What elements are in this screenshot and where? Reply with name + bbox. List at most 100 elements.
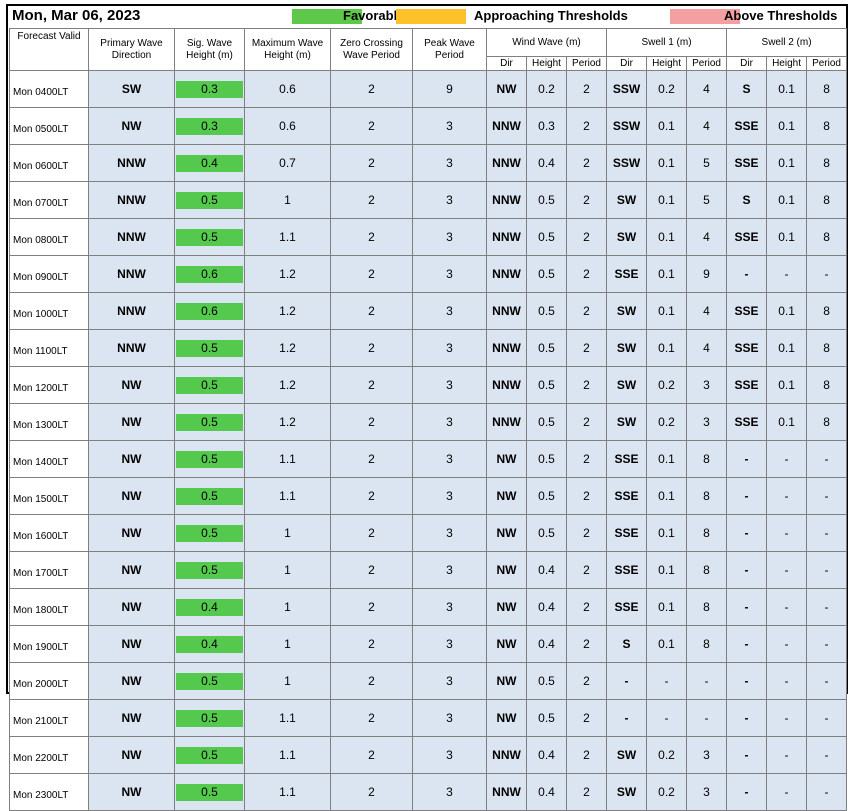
cell-primary-direction: NW — [88, 403, 175, 441]
cell-max-height: 1.1 — [244, 218, 331, 256]
cell-swell2-dir: - — [726, 588, 768, 626]
sub-s2-height: Height — [766, 56, 808, 71]
cell-sig-height: 0.5 — [174, 366, 245, 404]
cell-swell2-period: - — [806, 588, 848, 626]
sub-s1-height: Height — [646, 56, 688, 71]
cell-wind-wave-height: 0.4 — [526, 773, 567, 811]
sig-height-badge: 0.5 — [176, 228, 243, 246]
cell-swell1-height: - — [646, 662, 688, 700]
cell-sig-height: 0.3 — [174, 107, 245, 145]
cell-wind-wave-dir: NNW — [486, 736, 527, 774]
cell-swell1-dir: SW — [606, 329, 648, 367]
cell-swell2-height: - — [766, 588, 808, 626]
cell-wind-wave-period: 2 — [565, 662, 608, 700]
sub-s1-period: Period — [686, 56, 728, 71]
cell-max-height: 1.1 — [244, 477, 331, 515]
cell-wind-wave-height: 0.5 — [526, 699, 567, 737]
cell-sig-height: 0.5 — [174, 551, 245, 589]
cell-swell1-period: 9 — [686, 255, 728, 293]
group-wind-wave: Wind Wave (m) — [485, 28, 608, 57]
cell-peak-period: 3 — [412, 736, 487, 774]
sub-s2-dir: Dir — [726, 56, 768, 71]
table-row: Mon 1200LT NW 0.5 1.2 2 3 NNW 0.5 2 SW 0.2 3 SSE 0.1 8 — [9, 366, 848, 404]
sig-height-badge: 0.5 — [176, 783, 243, 801]
cell-wind-wave-period: 2 — [565, 329, 608, 367]
cell-peak-period: 3 — [412, 551, 487, 589]
forecast-time: Mon 0700LT — [9, 181, 89, 219]
cell-swell2-dir: SSE — [726, 403, 768, 441]
cell-swell2-period: 8 — [806, 218, 848, 256]
forecast-time: Mon 2200LT — [9, 736, 89, 774]
cell-swell1-height: 0.2 — [646, 70, 688, 108]
cell-max-height: 1 — [244, 662, 331, 700]
cell-sig-height: 0.4 — [174, 144, 245, 182]
cell-swell1-period: 8 — [686, 625, 728, 663]
forecast-time: Mon 1000LT — [9, 292, 89, 330]
sub-ww-period: Period — [565, 56, 608, 71]
cell-swell2-period: 8 — [806, 366, 848, 404]
cell-max-height: 1 — [244, 551, 331, 589]
forecast-date: Mon, Mar 06, 2023 — [12, 7, 141, 24]
cell-peak-period: 3 — [412, 255, 487, 293]
cell-max-height: 1.1 — [244, 699, 331, 737]
cell-zero-crossing: 2 — [330, 403, 413, 441]
cell-peak-period: 3 — [412, 514, 487, 552]
cell-wind-wave-dir: NNW — [486, 107, 527, 145]
cell-wind-wave-period: 2 — [565, 144, 608, 182]
cell-primary-direction: NNW — [88, 144, 175, 182]
cell-swell1-dir: S — [606, 625, 648, 663]
table-row: Mon 0600LT NNW 0.4 0.7 2 3 NNW 0.4 2 SSW 0.1 5 SSE 0.… — [9, 144, 848, 182]
cell-wind-wave-height: 0.4 — [526, 625, 567, 663]
cell-sig-height: 0.5 — [174, 440, 245, 478]
cell-swell1-height: 0.1 — [646, 255, 688, 293]
cell-wind-wave-period: 2 — [565, 588, 608, 626]
cell-swell1-dir: SSE — [606, 514, 648, 552]
cell-wind-wave-dir: NW — [486, 588, 527, 626]
cell-wind-wave-height: 0.5 — [526, 662, 567, 700]
cell-swell1-dir: SSW — [606, 107, 648, 145]
cell-swell2-dir: SSE — [726, 144, 768, 182]
legend-swatch-approaching — [396, 9, 466, 24]
cell-sig-height: 0.5 — [174, 329, 245, 367]
cell-swell2-height: 0.1 — [766, 218, 808, 256]
cell-swell1-period: 3 — [686, 403, 728, 441]
cell-wind-wave-dir: NW — [486, 477, 527, 515]
cell-primary-direction: NNW — [88, 329, 175, 367]
col-primary-direction: Primary Wave Direction — [88, 28, 175, 71]
cell-max-height: 1 — [244, 588, 331, 626]
cell-max-height: 0.6 — [244, 107, 331, 145]
cell-primary-direction: NW — [88, 773, 175, 811]
cell-wind-wave-period: 2 — [565, 70, 608, 108]
cell-sig-height: 0.3 — [174, 70, 245, 108]
cell-swell2-period: - — [806, 625, 848, 663]
forecast-time: Mon 1200LT — [9, 366, 89, 404]
cell-swell1-dir: SSW — [606, 70, 648, 108]
forecast-time: Mon 1900LT — [9, 625, 89, 663]
cell-swell1-dir: SW — [606, 736, 648, 774]
cell-swell1-period: - — [686, 662, 728, 700]
cell-wind-wave-dir: NNW — [486, 366, 527, 404]
col-zero-crossing: Zero Crossing Wave Period — [330, 28, 413, 71]
cell-zero-crossing: 2 — [330, 292, 413, 330]
col-peak-period: Peak Wave Period — [412, 28, 487, 71]
cell-wind-wave-period: 2 — [565, 514, 608, 552]
cell-zero-crossing: 2 — [330, 514, 413, 552]
cell-peak-period: 3 — [412, 625, 487, 663]
cell-wind-wave-height: 0.5 — [526, 403, 567, 441]
sig-height-badge: 0.5 — [176, 709, 243, 727]
cell-primary-direction: NNW — [88, 255, 175, 293]
cell-zero-crossing: 2 — [330, 736, 413, 774]
cell-peak-period: 3 — [412, 588, 487, 626]
cell-max-height: 1.1 — [244, 736, 331, 774]
cell-swell1-period: 4 — [686, 329, 728, 367]
sub-ww-height: Height — [526, 56, 567, 71]
sig-height-badge: 0.4 — [176, 635, 243, 653]
cell-primary-direction: NW — [88, 107, 175, 145]
forecast-time: Mon 0600LT — [9, 144, 89, 182]
cell-swell1-height: 0.2 — [646, 403, 688, 441]
cell-wind-wave-dir: NNW — [486, 181, 527, 219]
cell-wind-wave-period: 2 — [565, 218, 608, 256]
cell-wind-wave-dir: NNW — [486, 218, 527, 256]
cell-swell2-dir: SSE — [726, 366, 768, 404]
cell-swell1-period: - — [686, 699, 728, 737]
